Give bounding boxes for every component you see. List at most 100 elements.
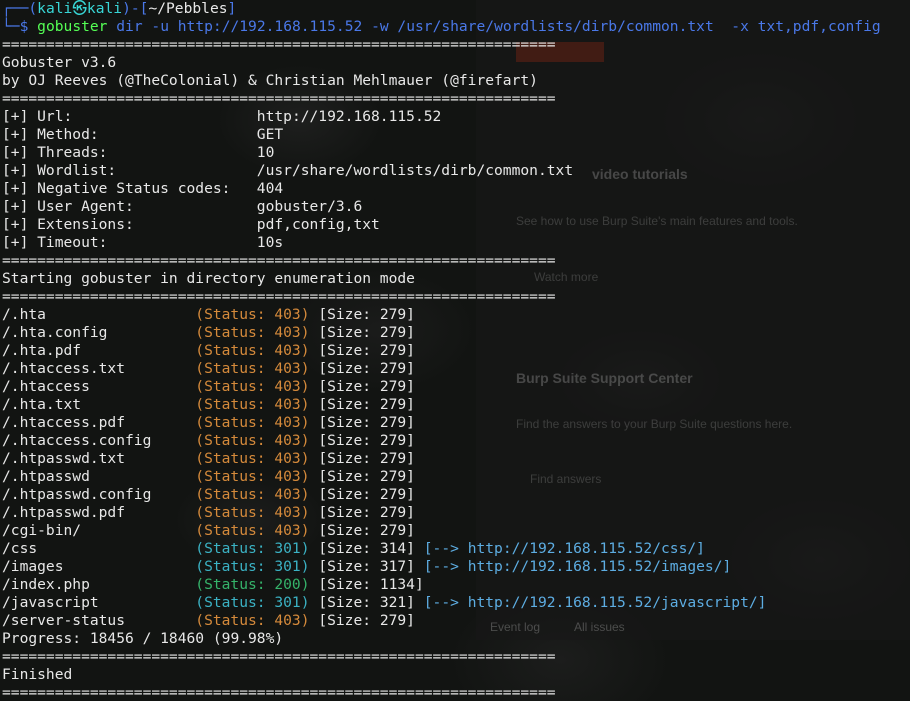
config-line: [+] Wordlist: /usr/share/wordlists/dirb/c… [0, 162, 910, 180]
result-status: (Status: 403) [195, 306, 310, 323]
result-size: [Size: 314] [318, 540, 415, 557]
result-size: [Size: 321] [318, 594, 415, 611]
prompt-frame: ┌──( [2, 0, 38, 17]
result-row: /cgi-bin/ (Status: 403) [Size: 279] [0, 522, 910, 540]
result-row: /.htaccess (Status: 403) [Size: 279] [0, 378, 910, 396]
result-path: /.htpasswd [2, 468, 90, 485]
result-row: /.htpasswd.txt (Status: 403) [Size: 279] [0, 450, 910, 468]
prompt-path: ~/Pebbles [148, 0, 228, 17]
separator: ========================================… [2, 252, 556, 269]
result-row: /.hta.pdf (Status: 403) [Size: 279] [0, 342, 910, 360]
result-status: (Status: 403) [195, 450, 310, 467]
result-size: [Size: 1134] [318, 576, 424, 593]
prompt-line-1: ┌──(kali㉿kali)-[~/Pebbles] [0, 0, 910, 18]
result-row: /.htpasswd.config (Status: 403) [Size: 27… [0, 486, 910, 504]
result-row: /images (Status: 301) [Size: 317] [--> ht… [0, 558, 910, 576]
result-row: /javascript (Status: 301) [Size: 321] [--… [0, 594, 910, 612]
config-value: pdf,config,txt [256, 216, 380, 233]
result-size: [Size: 279] [318, 360, 415, 377]
result-path: /images [2, 558, 64, 575]
result-path: /.htaccess [2, 378, 90, 395]
config-line: [+] Extensions: pdf,config,txt [0, 216, 910, 234]
result-size: [Size: 279] [318, 396, 415, 413]
config-key: [+] Negative Status codes: [2, 180, 231, 197]
result-row: /server-status (Status: 403) [Size: 279] [0, 612, 910, 630]
banner-version: Gobuster v3.6 [2, 54, 117, 71]
result-path: /.htaccess.txt [2, 360, 126, 377]
result-size: [Size: 279] [318, 324, 415, 341]
config-value: gobuster/3.6 [256, 198, 363, 215]
result-size: [Size: 279] [318, 504, 415, 521]
result-status: (Status: 200) [195, 576, 310, 593]
result-path: /server-status [2, 612, 126, 629]
result-status: (Status: 403) [195, 396, 310, 413]
result-status: (Status: 403) [195, 342, 310, 359]
separator: ========================================… [2, 36, 556, 53]
result-redirect-link[interactable]: [--> http://192.168.115.52/css/] [424, 540, 705, 557]
config-value: /usr/share/wordlists/dirb/common.txt [256, 162, 574, 179]
result-status: (Status: 403) [195, 612, 310, 629]
result-row: /.hta.config (Status: 403) [Size: 279] [0, 324, 910, 342]
result-size: [Size: 279] [318, 468, 415, 485]
result-size: [Size: 279] [318, 414, 415, 431]
config-value: GET [256, 126, 284, 143]
result-row: /.hta (Status: 403) [Size: 279] [0, 306, 910, 324]
config-value: 10s [256, 234, 284, 251]
prompt-frame-end: ] [227, 0, 237, 17]
progress-line: Progress: 18456 / 18460 (99.98%) [2, 630, 284, 647]
result-status: (Status: 301) [195, 540, 310, 557]
result-status: (Status: 403) [195, 324, 310, 341]
config-line: [+] Threads: 10 [0, 144, 910, 162]
result-size: [Size: 317] [318, 558, 415, 575]
result-size: [Size: 279] [318, 378, 415, 395]
result-path: /.htpasswd.config [2, 486, 152, 503]
result-path: /.hta.config [2, 324, 108, 341]
prompt-user: kali [37, 0, 73, 17]
result-status: (Status: 403) [195, 468, 310, 485]
config-line: [+] Method: GET [0, 126, 910, 144]
result-size: [Size: 279] [318, 432, 415, 449]
result-path: /index.php [2, 576, 90, 593]
config-line: [+] Negative Status codes: 404 [0, 180, 910, 198]
prompt-line-2: └─$ gobuster dir -u http://192.168.115.5… [0, 18, 910, 36]
result-size: [Size: 279] [318, 306, 415, 323]
config-line: [+] Url: http://192.168.115.52 [0, 108, 910, 126]
separator: ========================================… [2, 684, 556, 701]
result-row: /.htpasswd.pdf (Status: 403) [Size: 279] [0, 504, 910, 522]
config-key: [+] User Agent: [2, 198, 134, 215]
result-path: /cgi-bin/ [2, 522, 82, 539]
result-row: /.htaccess.config (Status: 403) [Size: 27… [0, 432, 910, 450]
config-key: [+] Timeout: [2, 234, 108, 251]
result-size: [Size: 279] [318, 522, 415, 539]
result-status: (Status: 403) [195, 432, 310, 449]
separator: ========================================… [2, 288, 556, 305]
command-name: gobuster [37, 18, 108, 35]
result-path: /.htpasswd.pdf [2, 504, 126, 521]
prompt-frame-mid: )-[ [122, 0, 149, 17]
result-path: /.hta [2, 306, 46, 323]
prompt-frame-bottom: └─ [2, 18, 20, 35]
result-redirect-link[interactable]: [--> http://192.168.115.52/javascript/] [424, 594, 767, 611]
result-path: /javascript [2, 594, 99, 611]
result-row: /.hta.txt (Status: 403) [Size: 279] [0, 396, 910, 414]
result-redirect-link[interactable]: [--> http://192.168.115.52/images/] [424, 558, 732, 575]
terminal-output[interactable]: ┌──(kali㉿kali)-[~/Pebbles] └─$ gobuster … [0, 0, 910, 701]
prompt-at-symbol-icon: ㉿ [72, 0, 87, 17]
result-row: /.htpasswd (Status: 403) [Size: 279] [0, 468, 910, 486]
result-path: /.htpasswd.txt [2, 450, 126, 467]
result-size: [Size: 279] [318, 342, 415, 359]
separator: ========================================… [2, 90, 556, 107]
config-value: http://192.168.115.52 [256, 108, 442, 125]
config-key: [+] Threads: [2, 144, 108, 161]
config-key: [+] Method: [2, 126, 99, 143]
result-status: (Status: 403) [195, 378, 310, 395]
config-key: [+] Extensions: [2, 216, 134, 233]
banner-authors: by OJ Reeves (@TheColonial) & Christian … [2, 72, 538, 89]
config-value: 404 [256, 180, 284, 197]
config-list: [+] Url: http://192.168.115.52 [+] Method:… [0, 108, 910, 252]
config-line: [+] User Agent: gobuster/3.6 [0, 198, 910, 216]
result-status: (Status: 403) [195, 414, 310, 431]
result-status: (Status: 403) [195, 504, 310, 521]
result-row: /.htaccess.pdf (Status: 403) [Size: 279] [0, 414, 910, 432]
finished-line: Finished [2, 666, 73, 683]
